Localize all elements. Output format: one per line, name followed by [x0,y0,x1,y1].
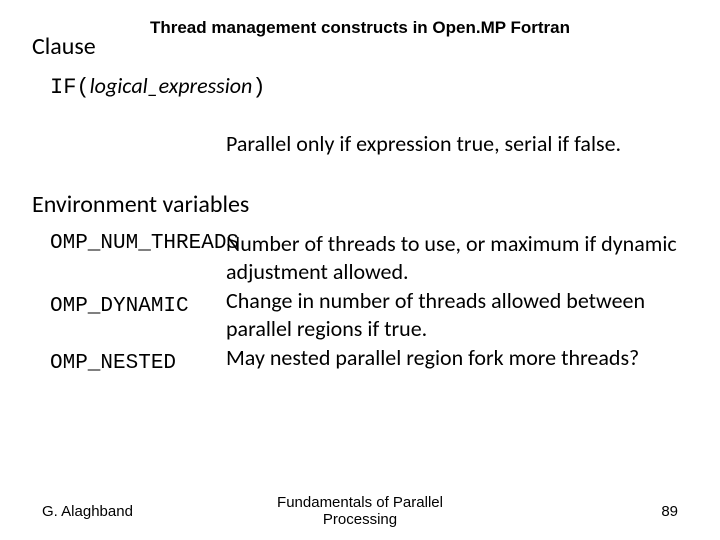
paren-close: ) [252,75,265,100]
if-argument: logical_expression [90,72,253,99]
footer-page-number: 89 [661,503,678,520]
env-vars-heading: Environment variables [32,190,249,219]
slide-title: Thread management constructs in Open.MP … [0,18,720,38]
if-keyword: IF [50,75,76,100]
if-clause-description: Parallel only if expression true, serial… [226,130,621,157]
env-var-desc: Change in number of threads allowed betw… [226,287,700,342]
env-var-name: OMP_NESTED [50,352,176,375]
footer-title: Fundamentals of ParallelProcessing [0,494,720,529]
paren-open: ( [76,75,89,100]
env-var-desc: Number of threads to use, or maximum if … [226,230,700,285]
slide: Thread management constructs in Open.MP … [0,0,720,540]
env-var-name: OMP_NUM_THREADS [50,232,239,255]
if-clause-syntax: IF(logical_expression) [50,72,266,100]
clause-heading: Clause [32,32,96,61]
env-var-name: OMP_DYNAMIC [50,295,189,318]
env-var-desc: May nested parallel region fork more thr… [226,344,700,372]
